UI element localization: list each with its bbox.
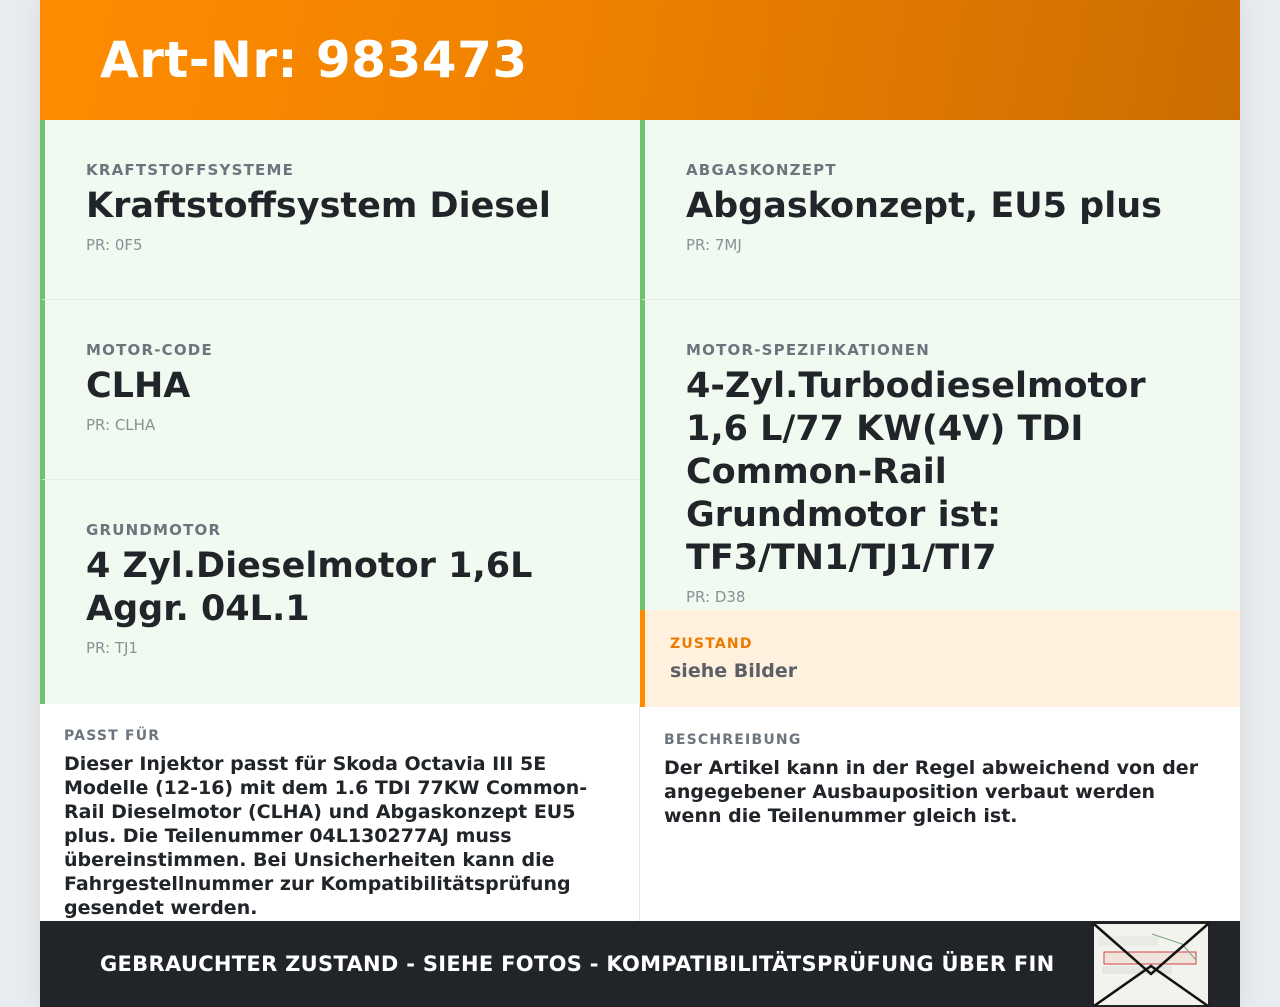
spec-grundmotor: GRUNDMOTOR 4 Zyl.Dieselmotor 1,6L Aggr. … [40,480,640,704]
spec-value: Kraftstoffsystem Diesel [86,186,551,226]
spec-pr-code: PR: CLHA [86,416,156,434]
fits-for-text: Dieser Injektor passt für Skoda Octavia … [64,753,588,919]
spec-label: GRUNDMOTOR [86,521,222,539]
spec-label: ABGASKONZEPT [686,161,837,179]
condition-value: siehe Bilder [670,660,798,682]
spec-label: KRAFTSTOFFSYSTEME [86,161,295,179]
envelope-thumbnail-icon[interactable] [1092,922,1210,1007]
article-number-title: Art-Nr: 983473 [100,31,528,89]
spec-value: Abgaskonzept, EU5 plus [686,186,1162,226]
spec-pr-code: PR: TJ1 [86,639,138,657]
description-text: Der Artikel kann in der Regel abweichend… [664,757,1199,827]
spec-motorspez: MOTOR-SPEZIFIKATIONEN 4-Zyl.Turbodieselm… [640,300,1240,610]
spec-kraftstoff: KRAFTSTOFFSYSTEME Kraftstoffsystem Diese… [40,120,640,300]
fits-for-section: PASST FÜR Dieser Injektor passt für Skod… [40,728,639,920]
fits-for-label: PASST FÜR [64,728,161,744]
description-label: BESCHREIBUNG [664,732,802,748]
spec-pr-code: PR: 7MJ [686,236,742,254]
spec-pr-code: PR: 0F5 [86,236,143,254]
spec-value: CLHA [86,366,191,406]
spec-value: 4 Zyl.Dieselmotor 1,6L Aggr. 04L.1 [86,546,533,629]
product-sheet: Art-Nr: 983473 KRAFTSTOFFSYSTEME Kraftst… [40,0,1240,1007]
description-section: BESCHREIBUNG Der Artikel kann in der Reg… [640,732,1240,828]
footer-bar: GEBRAUCHTER ZUSTAND - SIEHE FOTOS - KOMP… [40,921,1240,1007]
spec-motorcode: MOTOR-CODE CLHA PR: CLHA [40,300,640,480]
footer-notice: GEBRAUCHTER ZUSTAND - SIEHE FOTOS - KOMP… [100,952,1055,976]
spec-pr-code: PR: D38 [686,588,746,606]
header-bar: Art-Nr: 983473 [40,0,1240,120]
spec-label: MOTOR-CODE [86,341,213,359]
spec-abgas: ABGASKONZEPT Abgaskonzept, EU5 plus PR: … [640,120,1240,300]
condition-label: ZUSTAND [670,636,753,652]
spec-label: MOTOR-SPEZIFIKATIONEN [686,341,930,359]
condition-box: ZUSTAND siehe Bilder [640,610,1240,707]
spec-value: 4-Zyl.Turbodieselmotor 1,6 L/77 KW(4V) T… [686,366,1146,578]
